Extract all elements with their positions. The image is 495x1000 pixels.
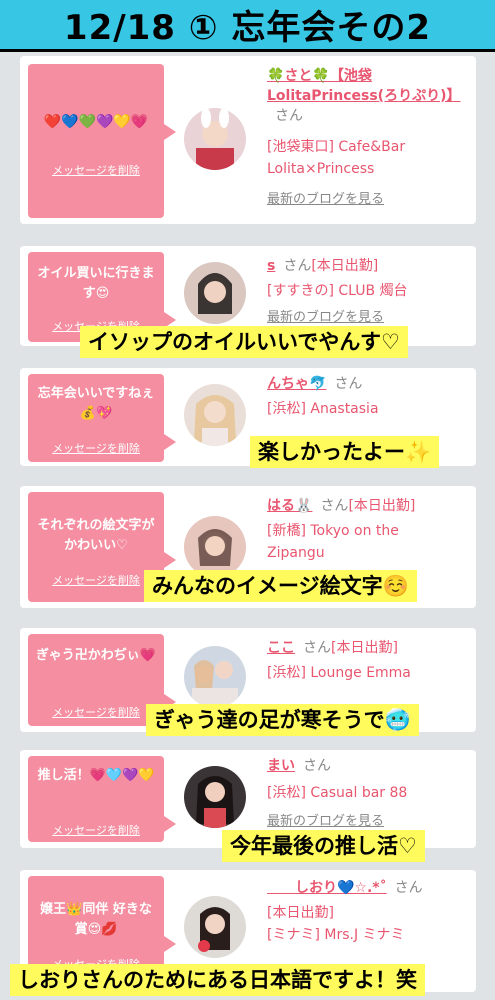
message-text: オイル買いに行きます😍 [37, 266, 155, 301]
message-bubble: 推し活！💗🩵💜💛 メッセージを削除 [28, 756, 176, 842]
cast-name-link[interactable]: はる🐰 [267, 498, 312, 514]
shop-name: [新橋] Tokyo on the [267, 523, 399, 539]
cast-name-line: はる🐰 さん[本日出勤] [267, 496, 468, 516]
cast-name-line: んちゃ🐬 さん [267, 374, 468, 394]
delete-message-link[interactable]: メッセージを削除 [28, 704, 164, 720]
honorific: さん [303, 640, 331, 656]
avatar-image [184, 262, 246, 324]
attendance-status: [本日出勤] [311, 258, 379, 274]
attendance-status: [本日出勤] [348, 498, 416, 514]
message-text: それぞれの絵文字がかわいい♡ [37, 518, 155, 553]
caption-overlay: 楽しかったよー✨ [250, 436, 440, 468]
message-card: ❤️💙💚💜💛💗 メッセージを削除 🍀さと🍀【池袋LolitaPrincess(ろ… [20, 56, 476, 224]
caption-overlay: 今年最後の推し活♡ [222, 830, 425, 862]
shop-name: Zipangu [267, 545, 325, 561]
blog-link[interactable]: 最新のブログを見る [267, 190, 468, 210]
delete-message-link[interactable]: メッセージを削除 [28, 440, 164, 456]
caption-overlay: しおりさんのためにある日本語ですよ！笑 [10, 964, 425, 996]
cast-name-line: ここ さん[本日出勤] [267, 638, 468, 658]
cast-info: はる🐰 さん[本日出勤] [新橋] Tokyo on the Zipangu [267, 496, 468, 564]
caption-overlay: ぎゃう達の足が寒そうで🥶 [146, 704, 419, 736]
cast-name-line: しおり💙☆.*˚ さん [267, 878, 468, 898]
honorific: さん [283, 258, 312, 274]
avatar[interactable] [184, 516, 246, 578]
cast-name-line: まい さん [267, 756, 468, 776]
caption-overlay: イソップのオイルいいでやんす♡ [80, 326, 408, 358]
honorific: さん [320, 498, 349, 514]
cast-name-link[interactable]: s [267, 258, 275, 274]
cast-info: 🍀さと🍀【池袋LolitaPrincess(ろりぷり)】さん [池袋東口] Ca… [267, 66, 468, 210]
cast-name-line: 🍀さと🍀【池袋LolitaPrincess(ろりぷり)】さん [267, 66, 468, 126]
avatar-image [184, 646, 246, 708]
avatar[interactable] [184, 262, 246, 324]
avatar[interactable] [184, 384, 246, 446]
attendance-status: [本日出勤] [267, 905, 334, 921]
shop-name: [池袋東口] Cafe&Bar [267, 139, 406, 155]
cast-info: s さん[本日出勤] [すすきの] CLUB 燭台 最新のブログを見る [267, 256, 468, 328]
avatar-image [184, 766, 246, 828]
avatar[interactable] [184, 108, 246, 170]
honorific: さん [394, 880, 423, 896]
caption-overlay: みんなのイメージ絵文字☺️ [144, 570, 417, 602]
cast-info: しおり💙☆.*˚ さん [本日出勤] [ミナミ] Mrs.J ミナミ [267, 878, 468, 946]
title-banner: 12/18 ① 忘年会その2 [0, 0, 495, 52]
shop-name: [ミナミ] Mrs.J ミナミ [267, 927, 405, 943]
message-text: ❤️💙💚💜💛💗 [43, 114, 149, 130]
blog-link[interactable]: 最新のブログを見る [267, 308, 468, 328]
message-bubble: 忘年会いいですねぇ💰💖 メッセージを削除 [28, 374, 176, 462]
avatar[interactable] [184, 646, 246, 708]
cast-name-line: s さん[本日出勤] [267, 256, 468, 276]
cast-name-link[interactable]: ここ [267, 640, 295, 656]
cast-name-link[interactable]: んちゃ🐬 [267, 376, 326, 392]
message-bubble: ぎゃう卍かわぢぃ💗 メッセージを削除 [28, 634, 176, 726]
avatar-image [184, 516, 246, 578]
message-text: 忘年会いいですねぇ💰💖 [37, 386, 155, 421]
honorific: さん [334, 376, 363, 392]
honorific: さん [275, 108, 303, 124]
shop-name: [浜松] Lounge Emma [267, 665, 411, 681]
message-text: 嬢王👑同伴 好きな賞😍💋 [40, 902, 152, 937]
cast-name-link[interactable]: まい [267, 758, 295, 774]
shop-name: [浜松] Casual bar 88 [267, 785, 408, 801]
avatar-image [184, 384, 246, 446]
cast-info: ここ さん[本日出勤] [浜松] Lounge Emma [267, 638, 468, 684]
cast-info: まい さん [浜松] Casual bar 88 最新のブログを見る [267, 756, 468, 832]
page-title: 12/18 ① 忘年会その2 [63, 8, 432, 48]
avatar[interactable] [184, 896, 246, 958]
shop-name: Lolita×Princess [267, 161, 375, 177]
cast-name-link[interactable]: 🍀さと🍀【池袋LolitaPrincess(ろりぷり)】 [267, 68, 460, 104]
cast-info: んちゃ🐬 さん [浜松] Anastasia [267, 374, 468, 420]
attendance-status: [本日出勤] [331, 640, 398, 656]
cast-name-link[interactable]: しおり💙☆.*˚ [267, 880, 387, 896]
delete-message-link[interactable]: メッセージを削除 [28, 822, 164, 838]
blog-link[interactable]: 最新のブログを見る [267, 812, 468, 832]
honorific: さん [303, 758, 331, 774]
message-text: 推し活！💗🩵💜💛 [37, 768, 155, 783]
shop-name: [すすきの] CLUB 燭台 [267, 283, 408, 299]
delete-message-link[interactable]: メッセージを削除 [28, 162, 164, 178]
avatar-image [184, 896, 246, 958]
shop-name: [浜松] Anastasia [267, 401, 379, 417]
message-text: ぎゃう卍かわぢぃ💗 [36, 648, 156, 663]
avatar[interactable] [184, 766, 246, 828]
avatar-image [184, 108, 246, 170]
message-bubble: ❤️💙💚💜💛💗 メッセージを削除 [28, 64, 176, 218]
